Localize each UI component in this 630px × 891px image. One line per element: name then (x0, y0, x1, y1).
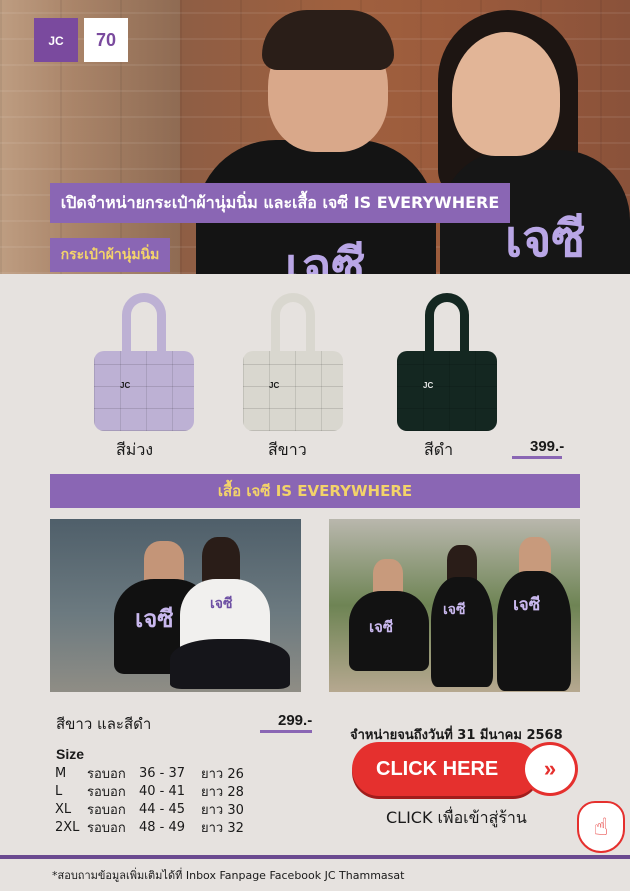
bag-body: JC (243, 351, 343, 431)
bag-label-purple: สีม่วง (116, 440, 154, 459)
bag-handle (122, 293, 166, 355)
shirt-price-underline (260, 730, 312, 733)
shirt-print: เจซี (210, 596, 233, 612)
size-value: XL (55, 801, 72, 817)
bag-logo-mark: JC (269, 381, 280, 390)
size-row: XL รอบอก 44 - 45 ยาว 30 (55, 800, 261, 818)
bag-label-white: สีขาว (268, 440, 307, 459)
footer-divider (0, 855, 630, 859)
bag-body: JC (94, 351, 194, 431)
bag-handle (425, 293, 469, 355)
bag-body: JC (397, 351, 497, 431)
shirt-print: เจซี (513, 595, 541, 615)
model-pants (170, 639, 290, 689)
bag-section-label: กระเป๋าผ้านุ่มนิ่ม (50, 238, 170, 272)
shirt-photo-2: เจซี เจซี เจซี (329, 519, 580, 692)
model-black-shirt (431, 577, 493, 687)
bag-logo-mark: JC (120, 381, 131, 390)
shirt-print: เจซี (135, 605, 174, 633)
pointing-hand-icon: ☝ (577, 801, 625, 853)
size-value: 2XL (55, 819, 80, 835)
model-1-hair (262, 10, 394, 70)
shirt-section-banner: เสื้อ เจซี IS EVERYWHERE (50, 474, 580, 508)
double-chevron-right-icon[interactable]: » (522, 742, 578, 796)
shirt-print: เจซี (369, 618, 394, 636)
model-head (202, 537, 240, 585)
model-black-shirt (497, 571, 571, 691)
shirt-photo-1: เจซี เจซี (50, 519, 301, 692)
chest-label: รอบอก (87, 820, 126, 836)
model-head (373, 559, 403, 595)
size-row: 2XL รอบอก 48 - 49 ยาว 32 (55, 818, 261, 836)
anniversary-logo: 70 (84, 18, 128, 62)
bag-handle (271, 293, 315, 355)
model-2-head (452, 32, 560, 156)
shirt-price: 299.- (278, 712, 313, 729)
chest-value: 36 - 37 (139, 765, 186, 781)
size-value: M (55, 765, 67, 781)
footer-note: *สอบถามข้อมูลเพิ่มเติมได้ที่ Inbox Fanpa… (52, 869, 405, 882)
shirt-print: เจซี (443, 602, 466, 618)
size-value: L (55, 783, 63, 799)
model-head (519, 537, 551, 575)
chest-value: 48 - 49 (139, 819, 186, 835)
size-table: M รอบอก 36 - 37 ยาว 26 L รอบอก 40 - 41 ย… (55, 764, 261, 836)
shirt-print-2: เจซี (505, 210, 586, 268)
chest-value: 44 - 45 (139, 801, 186, 817)
chest-value: 40 - 41 (139, 783, 186, 799)
bag-label-black: สีดำ (424, 440, 454, 459)
bag-logo-mark: JC (423, 381, 434, 390)
click-here-cta[interactable]: CLICK HERE » (352, 742, 580, 796)
size-title: Size (56, 746, 85, 762)
shirt-colors: สีขาว และสีดำ (56, 715, 152, 733)
click-here-button[interactable]: CLICK HERE (352, 742, 540, 796)
size-row: M รอบอก 36 - 37 ยาว 26 (55, 764, 261, 782)
bag-price-underline (512, 456, 562, 459)
size-row: L รอบอก 40 - 41 ยาว 28 (55, 782, 261, 800)
enter-store-text[interactable]: CLICK เพื่อเข้าสู่ร้าน (386, 806, 527, 831)
page-title: เปิดจำหน่ายกระเป๋าผ้านุ่มนิ่ม และเสื้อ เ… (50, 183, 510, 223)
shirt-print-1: เจซี (285, 238, 366, 274)
length-value: ยาว 32 (201, 820, 244, 836)
bag-price: 399.- (530, 438, 565, 455)
jc-logo: JC (34, 18, 78, 62)
